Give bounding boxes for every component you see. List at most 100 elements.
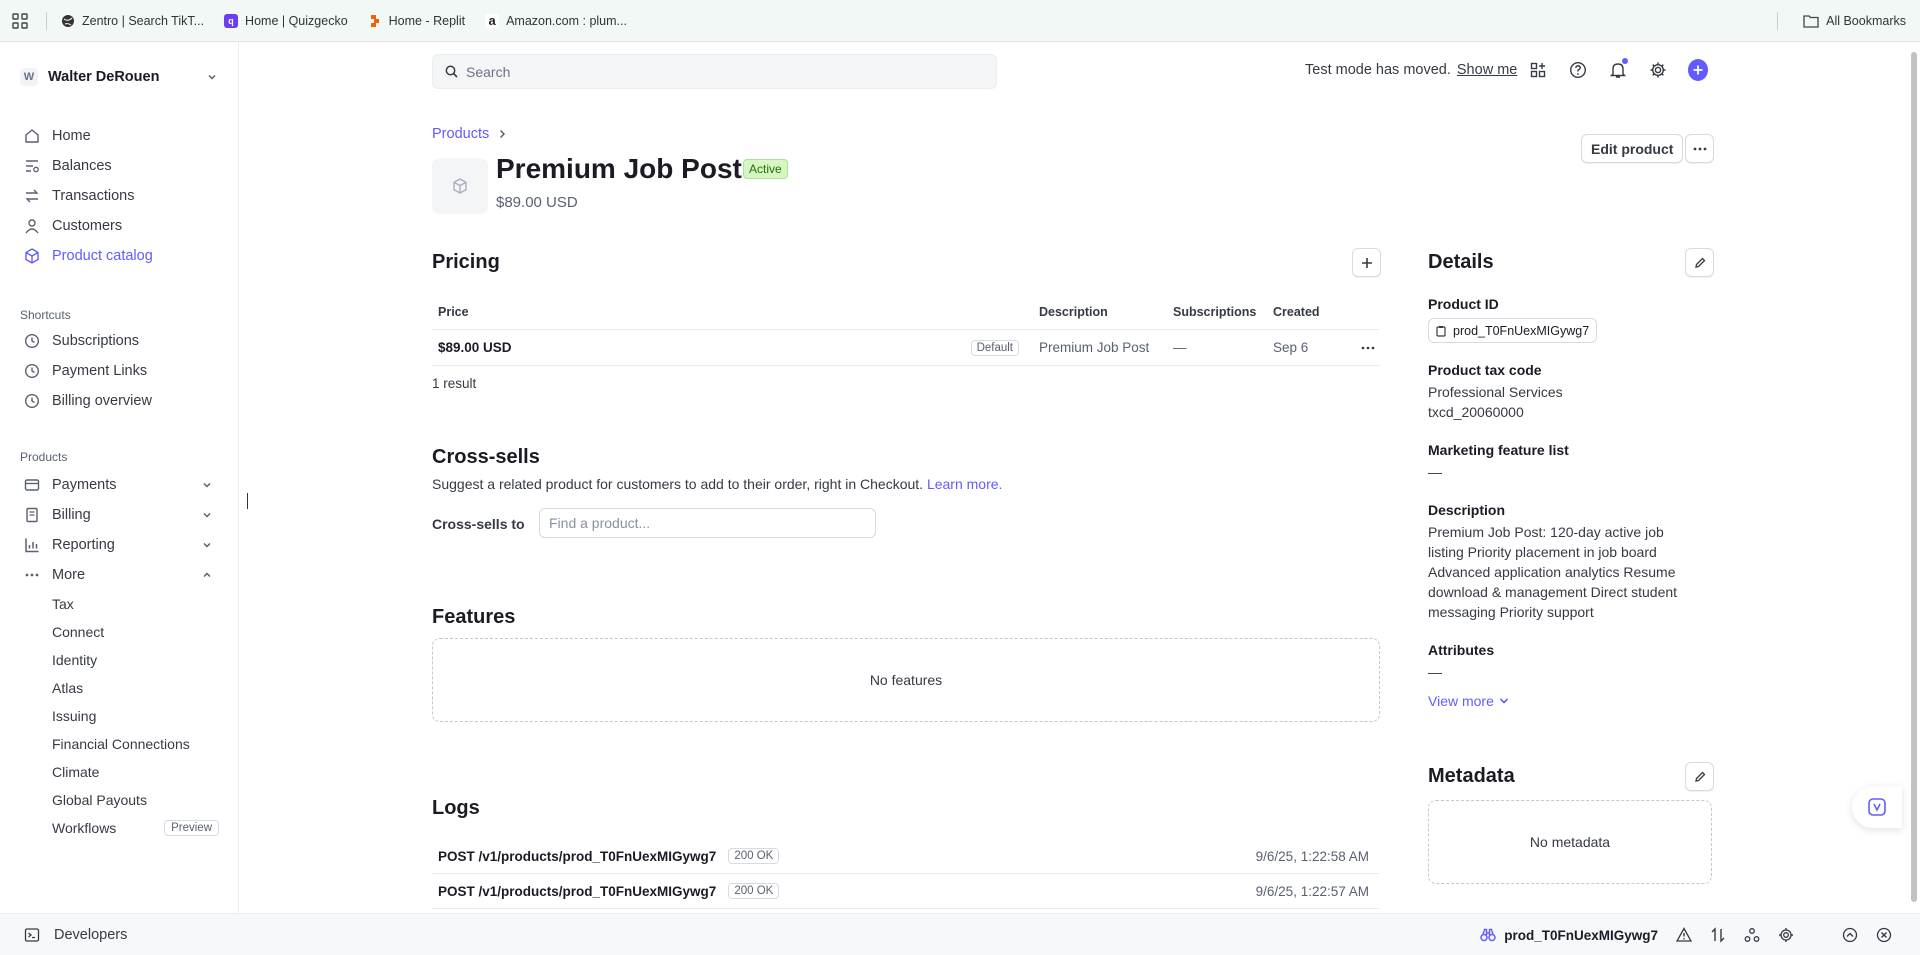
- product-id-label: Product ID: [1428, 296, 1499, 312]
- sidebar: W Walter DeRouen Home Balances Transacti…: [0, 42, 239, 913]
- description-label: Description: [1428, 502, 1506, 518]
- product-price: $89.00 USD: [496, 194, 578, 211]
- nav-item-balances[interactable]: Balances: [0, 151, 239, 181]
- shortcut-subscriptions[interactable]: Subscriptions: [0, 326, 239, 356]
- expand-up-icon[interactable]: [1842, 927, 1858, 943]
- table-row[interactable]: $89.00 USD Default Premium Job Post — Se…: [432, 330, 1380, 366]
- bookmark-label: Zentro | Search TikT...: [82, 13, 205, 28]
- edit-details-button[interactable]: [1685, 248, 1714, 277]
- payments-icon: [24, 477, 40, 493]
- page-scrollbar[interactable]: [1908, 42, 1920, 913]
- sort-arrows-icon[interactable]: [1710, 927, 1726, 943]
- subnav-global-payouts[interactable]: Global Payouts: [0, 786, 239, 814]
- assistant-button[interactable]: [1852, 786, 1902, 828]
- close-icon[interactable]: [1876, 927, 1892, 943]
- bookmark-zentro[interactable]: Zentro | Search TikT...: [61, 14, 204, 28]
- shortcut-payment-links[interactable]: Payment Links: [0, 356, 239, 386]
- cross-sells-input[interactable]: [539, 508, 876, 538]
- page-title: Premium Job Post: [496, 153, 742, 184]
- nav-item-customers[interactable]: Customers: [0, 211, 239, 241]
- row-more-button[interactable]: [1355, 346, 1380, 350]
- edit-product-button[interactable]: Edit product: [1581, 134, 1684, 163]
- subnav-issuing[interactable]: Issuing: [0, 702, 239, 730]
- terminal-icon: [24, 927, 40, 943]
- subnav-climate[interactable]: Climate: [0, 758, 239, 786]
- developer-bar-actions: prod_T0FnUexMIGywg7: [1480, 914, 1892, 955]
- attributes-value: —: [1428, 664, 1442, 680]
- developers-button[interactable]: Developers: [24, 914, 127, 955]
- add-price-button[interactable]: [1352, 248, 1381, 277]
- bookmark-label: Amazon.com : plum...: [506, 13, 627, 28]
- main-nav: Home Balances Transactions Customers Pro…: [0, 121, 239, 271]
- nav-item-product-catalog[interactable]: Product catalog: [0, 241, 239, 271]
- nav-item-transactions[interactable]: Transactions: [0, 181, 239, 211]
- nav-label: Customers: [52, 218, 123, 234]
- subnav-tax[interactable]: Tax: [0, 590, 239, 618]
- subnav-financial-connections[interactable]: Financial Connections: [0, 730, 239, 758]
- subnav-connect[interactable]: Connect: [0, 618, 239, 646]
- copy-icon: [1436, 325, 1446, 337]
- breadcrumb-products-link[interactable]: Products: [432, 126, 489, 142]
- bookmark-quizgecko[interactable]: q Home | Quizgecko: [224, 13, 348, 28]
- reporting-icon: [24, 537, 40, 553]
- apps-icon[interactable]: [1528, 60, 1548, 80]
- help-icon[interactable]: [1568, 60, 1588, 80]
- scrollbar-thumb[interactable]: [1911, 52, 1917, 902]
- log-row[interactable]: POST /v1/products/prod_T0FnUexMIGywg7 20…: [432, 839, 1380, 874]
- result-count: 1 result: [432, 376, 477, 391]
- subnav-atlas[interactable]: Atlas: [0, 674, 239, 702]
- shortcut-billing-overview[interactable]: Billing overview: [0, 386, 239, 416]
- product-more-button[interactable]: [1685, 134, 1714, 163]
- account-switcher[interactable]: W Walter DeRouen: [20, 62, 218, 92]
- shortcuts-nav: Subscriptions Payment Links Billing over…: [0, 326, 239, 416]
- view-more-link[interactable]: View more: [1428, 693, 1510, 709]
- copy-product-id-button[interactable]: prod_T0FnUexMIGywg7: [1428, 318, 1598, 343]
- inspected-object[interactable]: prod_T0FnUexMIGywg7: [1480, 928, 1658, 943]
- customers-icon: [24, 218, 40, 234]
- log-time: 9/6/25, 1:22:58 AM: [1255, 848, 1369, 864]
- developers-label: Developers: [54, 927, 128, 943]
- marketing-feature-label: Marketing feature list: [1428, 442, 1569, 458]
- metadata-heading: Metadata: [1428, 765, 1515, 787]
- edit-metadata-button[interactable]: [1685, 762, 1714, 791]
- subnav-workflows[interactable]: Workflows Preview: [0, 814, 239, 842]
- default-badge: Default: [970, 339, 1019, 356]
- log-request: POST /v1/products/prod_T0FnUexMIGywg7: [438, 848, 717, 864]
- bell-icon[interactable]: [1608, 58, 1628, 80]
- all-bookmarks-button[interactable]: All Bookmarks: [1803, 0, 1906, 42]
- search-input[interactable]: [466, 63, 966, 80]
- bookmark-replit[interactable]: Home - Replit: [368, 14, 465, 28]
- nav-item-home[interactable]: Home: [0, 121, 239, 151]
- nav-label: More: [52, 567, 86, 583]
- more-icon: [24, 567, 40, 583]
- show-me-link[interactable]: Show me: [1457, 62, 1517, 78]
- search-bar[interactable]: [432, 54, 997, 89]
- nav-item-more[interactable]: More: [0, 560, 239, 590]
- bookmark-amazon[interactable]: a Amazon.com : plum...: [485, 13, 627, 28]
- subnav-identity[interactable]: Identity: [0, 646, 239, 674]
- create-button[interactable]: [1688, 59, 1708, 81]
- nav-item-billing[interactable]: Billing: [0, 500, 239, 530]
- nav-label: Balances: [52, 158, 112, 174]
- webhooks-icon[interactable]: [1744, 927, 1760, 943]
- chevron-down-icon: [201, 509, 213, 521]
- products-nav: Payments Billing Reporting More: [0, 470, 239, 590]
- gear-icon[interactable]: [1778, 927, 1794, 943]
- log-row[interactable]: POST /v1/products/prod_T0FnUexMIGywg7 20…: [432, 874, 1380, 909]
- inspected-object-id: prod_T0FnUexMIGywg7: [1504, 927, 1658, 943]
- nav-item-reporting[interactable]: Reporting: [0, 530, 239, 560]
- apps-grid-icon[interactable]: [12, 12, 28, 29]
- log-request: POST /v1/products/prod_T0FnUexMIGywg7: [438, 883, 717, 899]
- pricing-heading: Pricing: [432, 251, 500, 273]
- more-horizontal-icon: [1693, 147, 1707, 151]
- nav-label: Product catalog: [52, 248, 153, 264]
- bookmarks-bar: Zentro | Search TikT... q Home | Quizgec…: [0, 0, 1920, 42]
- warning-icon[interactable]: [1676, 927, 1692, 943]
- more-horizontal-icon: [1361, 346, 1375, 350]
- status-badge: Active: [743, 159, 788, 179]
- text-cursor: [247, 493, 248, 509]
- learn-more-link[interactable]: Learn more.: [927, 476, 1002, 492]
- gear-icon[interactable]: [1648, 60, 1668, 80]
- status-code-badge: 200 OK: [728, 848, 780, 864]
- nav-item-payments[interactable]: Payments: [0, 470, 239, 500]
